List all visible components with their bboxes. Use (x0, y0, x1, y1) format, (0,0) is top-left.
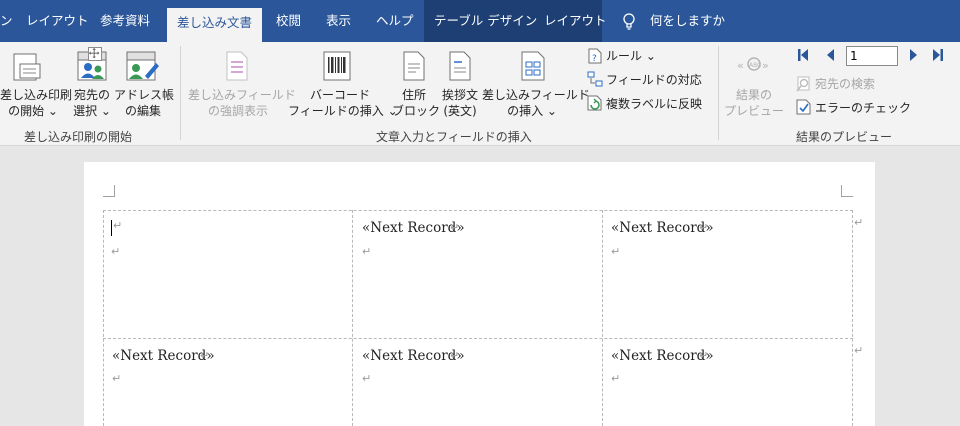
document-area (0, 147, 960, 426)
table-gridline (602, 210, 603, 426)
insert-merge-field-icon (521, 51, 545, 81)
table-gridline (103, 210, 853, 211)
start-mail-merge-label-2: の開始 ⌄ (8, 104, 58, 118)
svg-text:»: » (762, 59, 769, 72)
first-record-icon[interactable] (797, 48, 809, 62)
barcode-icon (323, 51, 351, 81)
ribbon: 差し込み印刷 の開始 ⌄ 宛先の 選択 ⌄ アドレス帳 の編集 差し込み印刷の開… (0, 42, 960, 146)
edit-recipient-list-icon (126, 51, 159, 81)
table-gridline (103, 338, 853, 339)
highlight-merge-fields-button[interactable]: 差し込みフィールド の強調表示 (188, 87, 296, 119)
paragraph-mark: ↵ (200, 349, 210, 362)
barcode-label-1: バーコード (309, 88, 370, 102)
tab-help[interactable]: ヘルプ (376, 0, 414, 42)
tab-mailings[interactable]: 差し込み文書 (167, 8, 263, 42)
find-recipient-icon (796, 76, 810, 92)
group-label-preview-results: 結果のプレビュー (796, 130, 893, 144)
tab-layout[interactable]: レイアウト (26, 0, 89, 42)
paragraph-mark: ↵ (699, 349, 709, 362)
address-block-label-2: ブロック (392, 104, 441, 118)
group-separator (180, 46, 181, 140)
previous-record-icon[interactable] (824, 48, 836, 62)
tab-table-design[interactable]: テーブル デザイン (434, 0, 537, 42)
next-record-icon[interactable] (908, 48, 920, 62)
update-labels-button[interactable]: 複数ラベルに反映 (606, 96, 702, 112)
last-record-icon[interactable] (932, 48, 944, 62)
address-block-button[interactable]: 住所 ブロック (392, 87, 441, 119)
edit-list-label-1: アドレス帳 (114, 88, 175, 102)
paragraph-mark: ↵ (362, 372, 372, 385)
svg-text:ABC: ABC (749, 62, 761, 69)
ribbon-tab-bar: ン レイアウト 参考資料 差し込み文書 校閲 表示 ヘルプ テーブル デザイン … (0, 0, 960, 42)
barcode-label-2: フィールドの挿入 ⌄ (288, 104, 398, 118)
paragraph-mark: ↵ (112, 372, 122, 385)
preview-results-label-2: プレビュー (724, 104, 785, 118)
rules-icon: ? (588, 48, 602, 64)
end-of-row-mark: ↵ (854, 344, 864, 357)
text-cursor (111, 220, 112, 236)
greeting-label-2: (英文) (443, 104, 477, 118)
table-move-handle[interactable] (88, 47, 102, 61)
select-recipients-label-1: 宛先の (73, 88, 110, 102)
tab-references[interactable]: 参考資料 (100, 0, 150, 42)
tell-me-search[interactable]: 何をしますか (650, 0, 725, 42)
highlight-label-1: 差し込みフィールド (188, 88, 296, 102)
highlight-label-2: の強調表示 (207, 104, 268, 118)
paragraph-mark: ↵ (362, 245, 372, 258)
lightbulb-icon (623, 13, 635, 30)
address-block-label-1: 住所 (401, 88, 426, 102)
greeting-label-1: 挨拶文 (441, 88, 478, 102)
merge-field-label-2: の挿入 ⌄ (507, 104, 557, 118)
table-gridline (103, 210, 104, 426)
record-number-input[interactable] (846, 46, 898, 66)
document-page[interactable] (84, 162, 875, 426)
preview-results-label-1: 結果の (735, 88, 772, 102)
match-fields-button[interactable]: フィールドの対応 (606, 72, 702, 88)
end-of-row-mark: ↵ (854, 216, 864, 229)
start-mail-merge-icon (13, 53, 41, 81)
check-errors-button[interactable]: エラーのチェック (815, 100, 911, 116)
tab-view[interactable]: 表示 (326, 0, 351, 42)
rules-button[interactable]: ルール ⌄ (606, 48, 656, 64)
address-block-icon (403, 51, 425, 81)
svg-text:«: « (737, 59, 744, 72)
tab-review[interactable]: 校閲 (276, 0, 301, 42)
tab-table-layout[interactable]: レイアウト (544, 0, 607, 42)
highlight-merge-fields-icon (226, 51, 248, 81)
merge-field-label-1: 差し込みフィールド (482, 88, 590, 102)
paragraph-mark: ↵ (699, 221, 709, 234)
paragraph-mark: ↵ (111, 245, 121, 258)
paragraph-mark: ↵ (113, 219, 123, 232)
paragraph-mark: ↵ (611, 372, 621, 385)
table-gridline (852, 210, 853, 426)
margin-corner-marker (841, 185, 853, 197)
start-mail-merge-button[interactable]: 差し込み印刷 の開始 ⌄ (0, 87, 73, 119)
greeting-line-icon (449, 51, 471, 81)
preview-results-button[interactable]: 結果の プレビュー (724, 87, 784, 119)
edit-recipient-list-button[interactable]: アドレス帳 の編集 (114, 87, 175, 119)
paragraph-mark: ↵ (450, 349, 460, 362)
select-recipients-button[interactable]: 宛先の 選択 ⌄ (66, 87, 118, 119)
match-fields-icon (587, 71, 603, 87)
paragraph-mark: ↵ (611, 245, 621, 258)
svg-text:?: ? (592, 54, 597, 64)
update-labels-icon (587, 95, 602, 111)
preview-results-icon: « ABC » (737, 57, 769, 72)
check-errors-icon (796, 99, 811, 115)
margin-corner-marker (103, 185, 115, 197)
greeting-line-button[interactable]: 挨拶文 (英文) (436, 87, 484, 119)
group-separator (718, 46, 719, 140)
group-label-start-mail-merge: 差し込み印刷の開始 (24, 130, 133, 144)
select-recipients-label-2: 選択 ⌄ (73, 104, 111, 118)
start-mail-merge-label-1: 差し込み印刷 (0, 88, 73, 102)
find-recipient-button[interactable]: 宛先の検索 (815, 76, 875, 92)
group-label-write-insert-fields: 文章入力とフィールドの挿入 (376, 130, 532, 144)
insert-barcode-field-button[interactable]: バーコード フィールドの挿入 ⌄ (288, 87, 398, 119)
edit-list-label-2: の編集 (124, 104, 161, 118)
move-arrows-icon (89, 48, 100, 59)
paragraph-mark: ↵ (450, 221, 460, 234)
insert-merge-field-button[interactable]: 差し込みフィールド の挿入 ⌄ (482, 87, 590, 119)
table-gridline (352, 210, 353, 426)
tab-home-partial[interactable]: ン (0, 0, 13, 42)
